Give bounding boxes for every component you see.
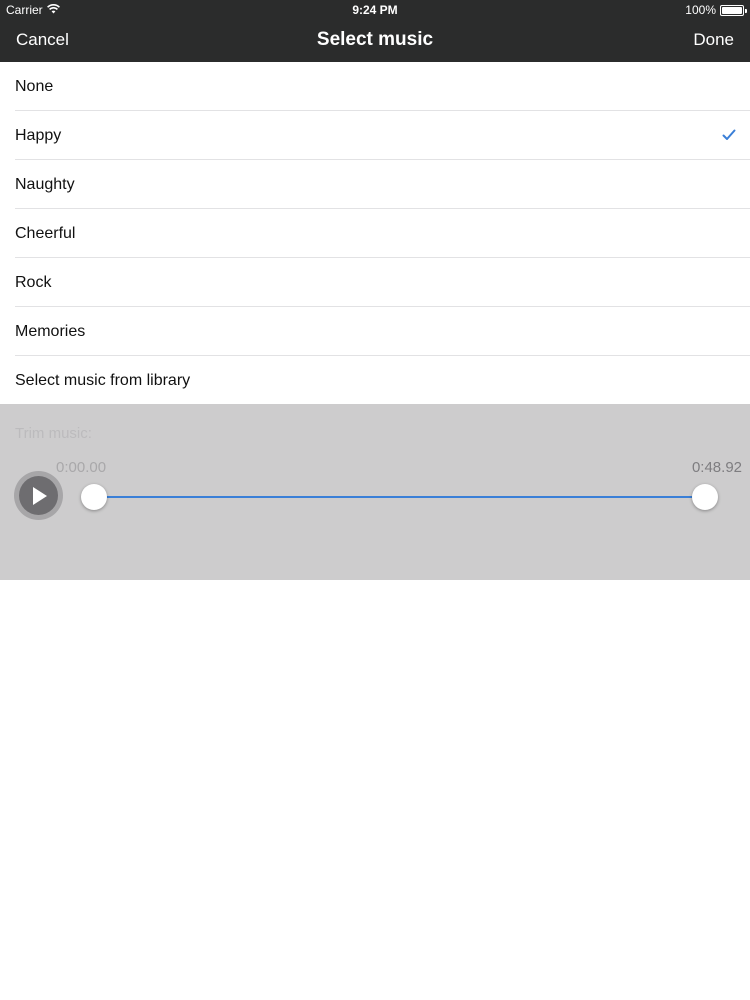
music-option-rock[interactable]: Rock xyxy=(0,258,750,307)
music-option-label: Rock xyxy=(15,273,52,291)
music-option-label: Happy xyxy=(15,126,62,144)
select-from-library[interactable]: Select music from library xyxy=(0,356,750,405)
trim-end-handle[interactable] xyxy=(692,484,718,510)
music-option-label: Naughty xyxy=(15,175,75,193)
trim-slider-track[interactable] xyxy=(94,496,705,498)
music-option-label: None xyxy=(15,77,54,95)
trim-start-handle[interactable] xyxy=(81,484,107,510)
music-option-cheerful[interactable]: Cheerful xyxy=(0,209,750,258)
music-list: None Happy Naughty Cheerful Rock Memorie… xyxy=(0,62,750,405)
done-button[interactable]: Done xyxy=(693,30,734,50)
navigation-bar: Cancel Select music Done xyxy=(0,20,750,62)
trim-panel: Trim music: 0:00.00 0:48.92 xyxy=(0,404,750,580)
music-option-naughty[interactable]: Naughty xyxy=(0,160,750,209)
status-battery: 100% xyxy=(685,3,747,17)
trim-label: Trim music: xyxy=(15,425,92,442)
music-option-memories[interactable]: Memories xyxy=(0,307,750,356)
status-bar: Carrier 9:24 PM 100% xyxy=(0,0,750,20)
play-button[interactable] xyxy=(14,471,63,520)
status-time: 9:24 PM xyxy=(352,3,398,17)
music-option-label: Cheerful xyxy=(15,224,76,242)
trim-end-time: 0:48.92 xyxy=(691,459,742,476)
battery-percent: 100% xyxy=(685,3,716,17)
checkmark-icon xyxy=(722,128,736,146)
page-title: Select music xyxy=(316,29,434,50)
header: Carrier 9:24 PM 100% Cancel Select music… xyxy=(0,0,750,62)
trim-start-time: 0:00.00 xyxy=(56,459,107,476)
music-option-happy[interactable]: Happy xyxy=(0,111,750,160)
music-option-label: Select music from library xyxy=(15,371,191,389)
music-option-label: Memories xyxy=(15,322,86,340)
play-icon xyxy=(19,476,58,515)
music-option-none[interactable]: None xyxy=(0,62,750,111)
battery-icon xyxy=(720,4,747,16)
